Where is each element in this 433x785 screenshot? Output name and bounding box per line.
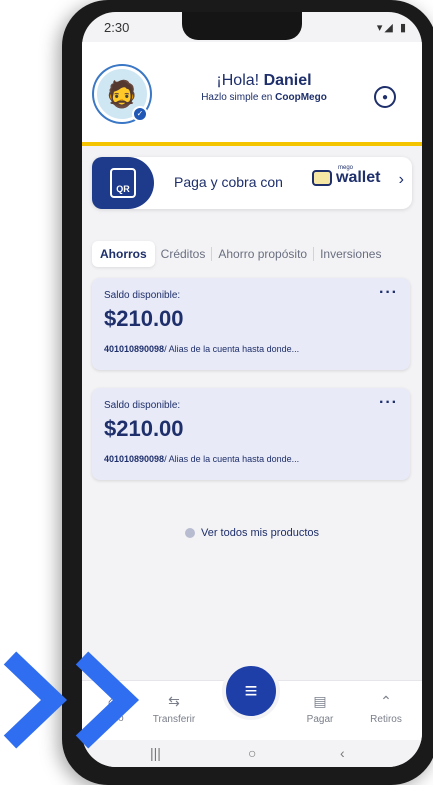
account-card[interactable]: Saldo disponible: $210.00 401010890098/ … [92,278,410,370]
see-all-products-link[interactable]: Ver todos mis productos [82,527,422,539]
transfer-arrows-icon: ⇆ [168,693,180,709]
eye-icon[interactable]: ● [374,86,396,108]
account-description: 401010890098/ Alias de la cuenta hasta d… [104,454,299,464]
account-alias: / Alias de la cuenta hasta donde... [164,344,300,354]
more-options-icon[interactable]: ··· [379,394,398,412]
balance-amount: $210.00 [104,306,184,331]
double-chevron-up-icon: ⌃ [380,693,392,709]
account-alias: / Alias de la cuenta hasta donde... [164,454,300,464]
account-description: 401010890098/ Alias de la cuenta hasta d… [104,344,299,354]
wallet-logo-text: wallet [336,169,381,186]
qr-badge: QR [92,157,154,209]
chevron-left-overlay [3,651,68,749]
nav-withdraw-label: Retiros [370,714,402,725]
receipt-icon: ▤ [313,693,327,709]
wallet-logo-small: mego [338,165,354,171]
user-name: Daniel [263,72,312,89]
menu-icon: ≡ [244,678,258,703]
status-icons: ▾◢ ▮ [376,22,408,34]
brand-name: CoopMego [275,92,327,103]
dot-icon [184,528,195,539]
subtitle-prefix: Hazlo simple en [201,92,273,103]
greeting-prefix: ¡Hola! [216,72,260,89]
balance-amount: $210.00 [104,416,184,441]
tab-ahorro-proposito[interactable]: Ahorro propósito [212,241,313,267]
nav-pay-label: Pagar [306,714,334,725]
back-icon[interactable]: ‹ [340,745,345,761]
wallet-logo: mego wallet [312,165,381,187]
greeting-subtitle: Hazlo simple en CoopMego [174,92,354,103]
status-time: 2:30 [104,20,130,35]
wallet-text: Paga y cobra con [174,174,283,190]
home-circle-icon[interactable]: ○ [248,745,256,761]
product-tabs: Ahorros Créditos Ahorro propósito Invers… [92,240,422,268]
chevron-right-overlay [75,651,140,749]
nav-transfer[interactable]: ⇆ Transferir [144,693,204,725]
nav-pay[interactable]: ▤ Pagar [290,693,350,725]
see-all-label: Ver todos mis productos [200,527,319,539]
nav-withdraw[interactable]: ⌃ Retiros [356,693,416,725]
chevron-right-icon: › [398,171,404,188]
phone-notch [182,12,302,40]
avatar-edit-icon[interactable]: ✓ [132,106,148,122]
account-number: 401010890098 [104,454,165,464]
greeting: ¡Hola! Daniel Hazlo simple en CoopMego [174,72,354,103]
menu-button[interactable]: ≡ [222,662,280,720]
account-card[interactable]: Saldo disponible: $210.00 401010890098/ … [92,388,410,480]
qr-icon: QR [110,168,136,198]
tab-creditos[interactable]: Créditos [155,241,212,267]
balance-label: Saldo disponible: [104,400,181,411]
double-chevron-overlay-icon [3,651,140,749]
wallet-banner[interactable]: QR Paga y cobra con mego wallet › [92,157,412,209]
greeting-line: ¡Hola! Daniel [174,72,354,90]
header-divider [82,142,422,146]
more-options-icon[interactable]: ··· [379,284,398,302]
header: 🧔 ✓ ¡Hola! Daniel Hazlo simple en CoopMe… [82,42,422,142]
tab-inversiones[interactable]: Inversiones [314,241,387,267]
tab-ahorros[interactable]: Ahorros [92,241,155,267]
account-number: 401010890098 [104,344,165,354]
nav-transfer-label: Transferir [152,714,196,725]
recents-icon[interactable]: ||| [150,745,161,761]
balance-label: Saldo disponible: [104,290,181,301]
wallet-icon [312,170,332,186]
